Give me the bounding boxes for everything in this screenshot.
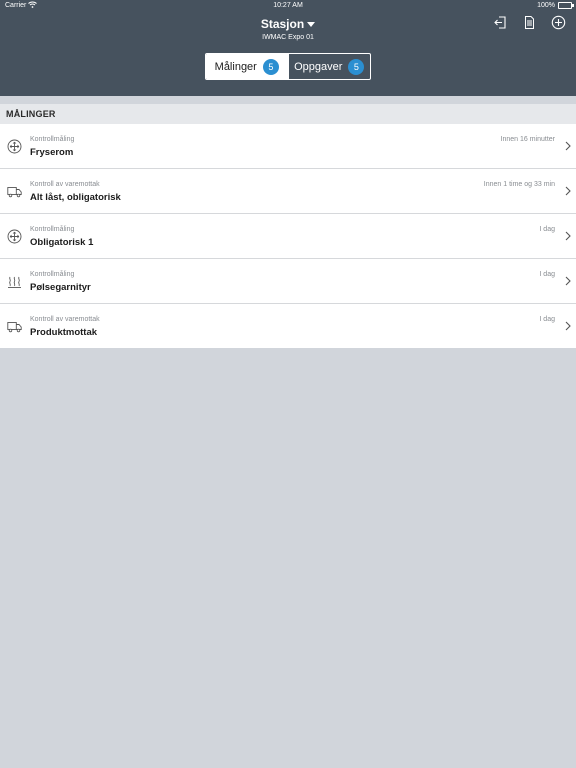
section-header: MÅLINGER (0, 104, 576, 124)
status-battery-text: 100% (537, 2, 555, 9)
item-title: Alt låst, obligatorisk (30, 192, 121, 203)
snowflake-icon (7, 139, 22, 154)
item-subtitle: Kontrollmåling (30, 271, 75, 278)
truck-icon (7, 319, 22, 334)
item-subtitle: Kontrollmåling (30, 136, 75, 143)
item-time: I dag (539, 271, 555, 278)
tab-malinger[interactable]: Målinger 5 (206, 54, 288, 79)
count-badge: 5 (262, 58, 279, 75)
exit-button[interactable] (493, 15, 508, 30)
nav-title-area: Stasjon IWMAC Expo 01 (0, 15, 576, 41)
tab-oppgaver[interactable]: Oppgaver 5 (287, 54, 371, 79)
segmented-control: Målinger 5 Oppgaver 5 (205, 53, 371, 80)
item-time: I dag (539, 316, 555, 323)
list-item[interactable]: Kontrollmåling Fryserom Innen 16 minutte… (0, 124, 576, 169)
count-badge: 5 (348, 58, 365, 75)
item-time: I dag (539, 226, 555, 233)
item-title: Fryserom (30, 147, 74, 158)
list-item[interactable]: Kontrollmåling Obligatorisk 1 I dag (0, 214, 576, 259)
list-item[interactable]: Kontroll av varemottak Produktmottak I d… (0, 304, 576, 348)
item-subtitle: Kontrollmåling (30, 226, 75, 233)
tab-label: Oppgaver (294, 60, 343, 73)
item-title: Pølsegarnityr (30, 282, 91, 293)
item-time: Innen 16 minutter (500, 136, 555, 143)
document-icon (525, 16, 534, 29)
add-circle-icon (551, 15, 566, 30)
chevron-right-icon (565, 321, 571, 331)
status-time: 10:27 AM (273, 2, 303, 9)
exit-icon (494, 16, 506, 29)
document-button[interactable] (522, 15, 537, 30)
list-item[interactable]: Kontrollmåling Pølsegarnityr I dag (0, 259, 576, 304)
chevron-right-icon (565, 276, 571, 286)
snowflake-icon (7, 229, 22, 244)
tab-label: Målinger (214, 60, 257, 73)
nav-actions (493, 15, 566, 30)
item-time: Innen 1 time og 33 min (483, 181, 555, 188)
nav-subtitle: IWMAC Expo 01 (262, 34, 314, 41)
chevron-right-icon (565, 231, 571, 241)
top-bar: Carrier 10:27 AM 100% Stasjon IWMAC Expo… (0, 0, 576, 96)
add-button[interactable] (551, 15, 566, 30)
battery-icon (558, 2, 574, 9)
status-bar: Carrier 10:27 AM 100% (0, 0, 576, 11)
nav-title: Stasjon (260, 17, 305, 31)
caret-down-icon (307, 22, 316, 27)
chevron-right-icon (565, 141, 571, 151)
heat-icon (7, 274, 22, 289)
item-subtitle: Kontroll av varemottak (30, 181, 100, 188)
station-selector[interactable]: Stasjon (260, 17, 316, 31)
item-title: Produktmottak (30, 327, 98, 338)
measurement-list: Kontrollmåling Fryserom Innen 16 minutte… (0, 124, 576, 348)
item-title: Obligatorisk 1 (30, 237, 94, 248)
truck-icon (7, 184, 22, 199)
item-subtitle: Kontroll av varemottak (30, 316, 100, 323)
chevron-right-icon (565, 186, 571, 196)
list-item[interactable]: Kontroll av varemottak Alt låst, obligat… (0, 169, 576, 214)
